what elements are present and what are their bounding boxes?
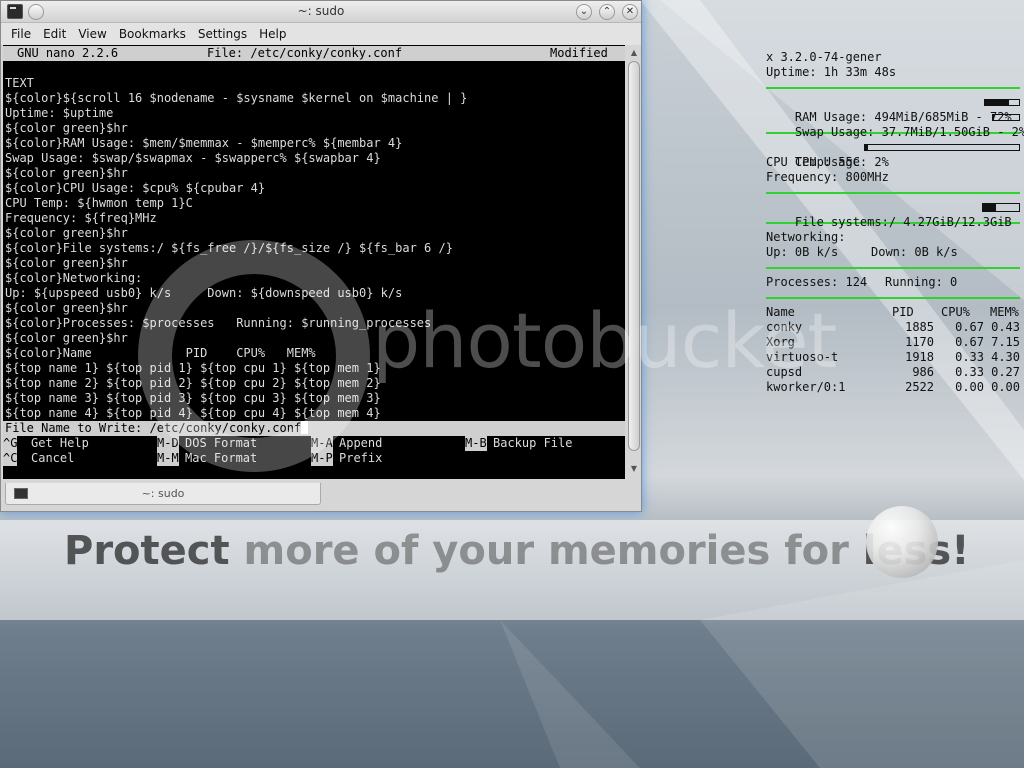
nano-line: CPU Temp: ${hwmon temp 1}C — [5, 196, 193, 210]
nano-line: ${color}CPU Usage: $cpu% ${cpubar 4} — [5, 181, 266, 195]
process-cell: 1918 — [905, 350, 934, 364]
ram-bar — [984, 99, 1020, 106]
menu-file[interactable]: File — [5, 27, 37, 41]
col-mem: MEM% — [990, 305, 1019, 319]
nano-line: ${color}File systems:/ ${fs_free /}/${fs… — [5, 241, 453, 255]
conky-divider — [766, 192, 1020, 194]
window-title: ~: sudo — [297, 4, 345, 18]
fs-bar — [982, 203, 1020, 212]
slogan-part: Protect — [64, 528, 244, 574]
nano-line: ${color green}$hr — [5, 226, 128, 240]
process-cell: 0.33 — [955, 365, 984, 379]
process-cell: 0.00 — [991, 380, 1020, 394]
terminal-scrollbar[interactable]: ▲ ▼ — [627, 45, 641, 479]
minimize-icon[interactable]: ⌄ — [576, 4, 592, 20]
nano-line: ${color green}$hr — [5, 166, 128, 180]
nano-filename: File: /etc/conky/conky.conf — [207, 46, 403, 60]
shortcut-label: Backup File — [493, 436, 573, 450]
menu-bookmarks[interactable]: Bookmarks — [113, 27, 192, 41]
conky-cpu-temp: CPU Temp: 55C — [766, 155, 860, 169]
shortcut-key: ^G — [3, 436, 18, 451]
conky-running: Running: 0 — [885, 275, 958, 289]
nano-line: Swap Usage: $swap/$swapmax - $swapperc% … — [5, 151, 381, 165]
process-cell: 1170 — [905, 335, 934, 349]
process-cell: 0.27 — [991, 365, 1020, 379]
conky-kernel: x 3.2.0-74-gener — [766, 50, 882, 64]
nano-version: GNU nano 2.2.6 — [17, 46, 119, 60]
menu-view[interactable]: View — [72, 27, 112, 41]
watermark-brand: photobucket — [372, 296, 837, 385]
process-cell: 986 — [912, 365, 934, 379]
conky-up: Up: 0B k/s — [766, 245, 839, 259]
shortcut-key: M-M — [157, 451, 179, 466]
watermark-bubble — [866, 506, 938, 578]
process-cell: 2522 — [905, 380, 934, 394]
maximize-icon[interactable]: ⌃ — [599, 4, 615, 20]
conky-uptime: Uptime: 1h 33m 48s — [766, 65, 897, 79]
process-cell: 4.30 — [991, 350, 1020, 364]
menu-help[interactable]: Help — [253, 27, 292, 41]
nano-line: TEXT — [3, 76, 625, 91]
scroll-thumb[interactable] — [628, 61, 640, 451]
shortcut-key: ^C — [3, 451, 18, 466]
swap-bar — [992, 114, 1020, 121]
nano-line: ${color}RAM Usage: $mem/$memmax - $mempe… — [5, 136, 403, 150]
conky-networking: Networking: — [766, 230, 846, 244]
menubar: File Edit View Bookmarks Settings Help — [1, 23, 641, 45]
shortcut-label: Cancel — [31, 451, 75, 465]
nano-line: Uptime: $uptime — [5, 106, 114, 120]
process-cell: 0.33 — [955, 350, 984, 364]
window-titlebar[interactable]: ~: sudo ⌄ ⌃ ✕ — [1, 1, 641, 23]
process-cell: 0.67 — [955, 320, 984, 334]
col-pid: PID — [892, 305, 914, 319]
conky-swap: Swap Usage: 37.7MiB/1.50GiB - 2% — [794, 125, 1024, 139]
shortcut-label: Append — [339, 436, 383, 450]
close-icon[interactable]: ✕ — [622, 4, 638, 20]
cpu-bar — [864, 144, 1020, 151]
process-cell: 0.43 — [991, 320, 1020, 334]
menu-edit[interactable]: Edit — [37, 27, 72, 41]
menu-settings[interactable]: Settings — [192, 27, 253, 41]
nano-titlebar: GNU nano 2.2.6 File: /etc/conky/conky.co… — [3, 46, 625, 61]
nano-line: ${color green}$hr — [5, 121, 128, 135]
shortcut-key: M-B — [465, 436, 487, 451]
tab-label: ~: sudo — [141, 487, 185, 500]
process-cell: 0.00 — [955, 380, 984, 394]
col-cpu: CPU% — [941, 305, 970, 319]
conky-filesystem: File systems:/ 4.27GiB/12.3GiB — [794, 215, 1012, 229]
conky-divider — [766, 267, 1020, 269]
conky-down: Down: 0B k/s — [871, 245, 958, 259]
process-cell: 0.67 — [955, 335, 984, 349]
conky-frequency: Frequency: 800MHz — [766, 170, 889, 184]
conky-divider — [766, 87, 1020, 89]
process-cell: 7.15 — [991, 335, 1020, 349]
slogan-part: more of your memories for — [243, 528, 863, 574]
shortcut-label: Get Help — [31, 436, 89, 450]
nano-line: Frequency: ${freq}MHz — [5, 211, 157, 225]
nano-line: ${color}${scroll 16 $nodename - $sysname… — [5, 91, 468, 105]
scroll-up-icon[interactable]: ▲ — [628, 47, 640, 59]
process-cell: 1885 — [905, 320, 934, 334]
nano-status: Modified — [550, 46, 608, 60]
tab-bar: ~: sudo — [3, 481, 639, 509]
nano-line — [3, 61, 625, 76]
conky-processes: Processes: 124 — [766, 275, 868, 289]
watermark-circle — [138, 240, 370, 472]
shortcut-label: Prefix — [339, 451, 383, 465]
scroll-down-icon[interactable]: ▼ — [628, 463, 640, 475]
tab-sudo[interactable]: ~: sudo — [5, 483, 321, 505]
watermark-slogan: Protect more of your memories for less! — [64, 528, 969, 574]
